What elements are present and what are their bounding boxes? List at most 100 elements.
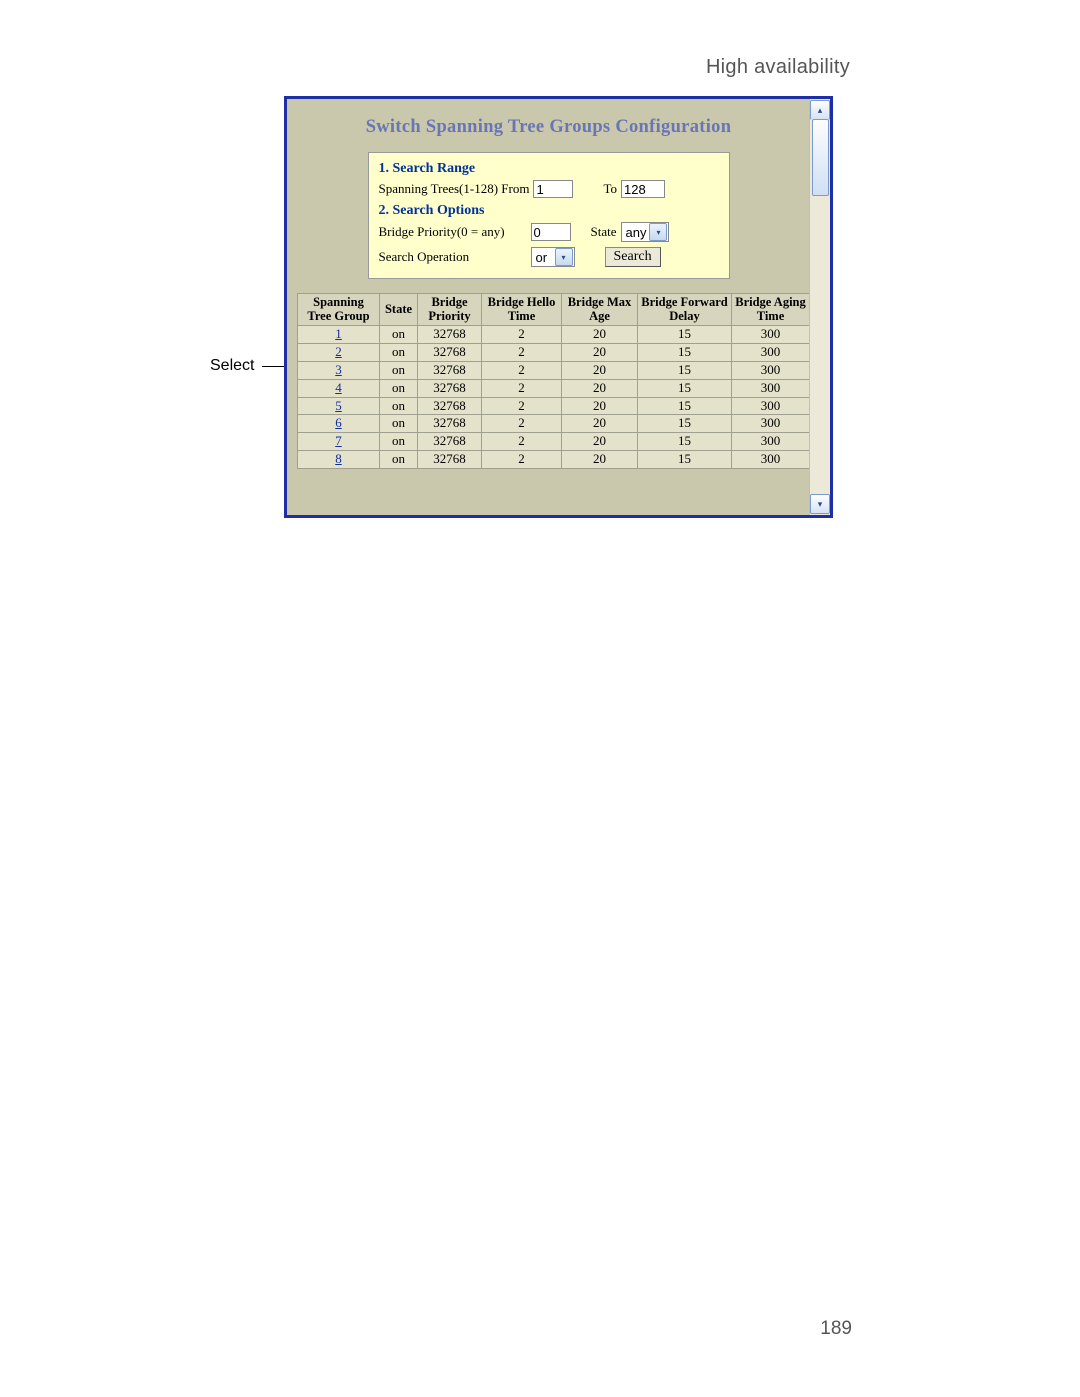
cell-hello: 2	[482, 361, 562, 379]
group-link[interactable]: 8	[335, 451, 342, 466]
group-link[interactable]: 4	[335, 380, 342, 395]
cell-hello: 2	[482, 451, 562, 469]
cell-max_age: 20	[562, 433, 638, 451]
table-row: 4 on3276822015300	[298, 379, 810, 397]
th-max-age: Bridge Max Age	[562, 294, 638, 326]
state-select[interactable]: any ▾	[621, 222, 670, 242]
operation-select[interactable]: or ▾	[531, 247, 575, 267]
cell-aging: 300	[732, 433, 810, 451]
group-link[interactable]: 5	[335, 398, 342, 413]
page-number: 189	[820, 1318, 852, 1340]
cell-hello: 2	[482, 343, 562, 361]
cell-hello: 2	[482, 397, 562, 415]
search-options-heading: 2. Search Options	[379, 203, 719, 219]
table-row: 1 on3276822015300	[298, 325, 810, 343]
page-title: Switch Spanning Tree Groups Configuratio…	[297, 117, 800, 138]
cell-state: on	[380, 361, 418, 379]
search-range-label: Spanning Trees(1-128) From	[379, 181, 530, 197]
th-hello: Bridge Hello Time	[482, 294, 562, 326]
bridge-priority-label: Bridge Priority(0 = any)	[379, 224, 527, 240]
cell-state: on	[380, 433, 418, 451]
cell-priority: 32768	[418, 343, 482, 361]
state-label: State	[591, 224, 617, 240]
chevron-down-icon: ▾	[555, 248, 573, 266]
search-range-to-input[interactable]	[621, 180, 665, 198]
cell-priority: 32768	[418, 379, 482, 397]
chevron-down-icon: ▾	[649, 223, 667, 241]
cell-state: on	[380, 379, 418, 397]
th-priority: Bridge Priority	[418, 294, 482, 326]
search-range-from-input[interactable]	[533, 180, 573, 198]
cell-aging: 300	[732, 415, 810, 433]
search-button[interactable]: Search	[605, 247, 661, 267]
table-row: 6 on3276822015300	[298, 415, 810, 433]
cell-aging: 300	[732, 325, 810, 343]
scroll-thumb[interactable]	[812, 119, 829, 196]
cell-max_age: 20	[562, 415, 638, 433]
cell-max_age: 20	[562, 361, 638, 379]
scroll-down-button[interactable]: ▾	[810, 494, 830, 514]
cell-fwd_delay: 15	[638, 379, 732, 397]
cell-hello: 2	[482, 433, 562, 451]
scroll-up-button[interactable]: ▴	[810, 100, 830, 120]
cell-state: on	[380, 451, 418, 469]
cell-priority: 32768	[418, 361, 482, 379]
cell-max_age: 20	[562, 451, 638, 469]
stp-table: Spanning Tree Group State Bridge Priorit…	[297, 293, 810, 469]
table-row: 8 on3276822015300	[298, 451, 810, 469]
search-range-to-label: To	[603, 181, 617, 197]
table-row: 2on3276822015300	[298, 343, 810, 361]
cell-priority: 32768	[418, 397, 482, 415]
search-panel: 1. Search Range Spanning Trees(1-128) Fr…	[368, 152, 730, 279]
operation-select-value: or	[536, 250, 554, 265]
cell-fwd_delay: 15	[638, 325, 732, 343]
cell-hello: 2	[482, 325, 562, 343]
group-link[interactable]: 1	[335, 326, 342, 341]
cell-priority: 32768	[418, 325, 482, 343]
th-state: State	[380, 294, 418, 326]
cell-aging: 300	[732, 379, 810, 397]
cell-fwd_delay: 15	[638, 361, 732, 379]
cell-hello: 2	[482, 379, 562, 397]
cell-max_age: 20	[562, 325, 638, 343]
cell-state: on	[380, 325, 418, 343]
group-link[interactable]: 6	[335, 415, 342, 430]
cell-state: on	[380, 415, 418, 433]
config-viewport: Switch Spanning Tree Groups Configuratio…	[287, 99, 810, 515]
table-row: 7 on3276822015300	[298, 433, 810, 451]
cell-hello: 2	[482, 415, 562, 433]
cell-aging: 300	[732, 343, 810, 361]
table-row: 5 on3276822015300	[298, 397, 810, 415]
cell-priority: 32768	[418, 451, 482, 469]
state-select-value: any	[626, 225, 649, 240]
th-group: Spanning Tree Group	[298, 294, 380, 326]
group-link[interactable]: 2	[335, 344, 342, 359]
cell-max_age: 20	[562, 379, 638, 397]
cell-priority: 32768	[418, 433, 482, 451]
cell-aging: 300	[732, 361, 810, 379]
cell-fwd_delay: 15	[638, 433, 732, 451]
th-aging: Bridge Aging Time	[732, 294, 810, 326]
cell-fwd_delay: 15	[638, 415, 732, 433]
cell-fwd_delay: 15	[638, 397, 732, 415]
cell-max_age: 20	[562, 343, 638, 361]
table-row: 3 on3276822015300	[298, 361, 810, 379]
th-fwd-delay: Bridge Forward Delay	[638, 294, 732, 326]
cell-state: on	[380, 397, 418, 415]
cell-priority: 32768	[418, 415, 482, 433]
cell-fwd_delay: 15	[638, 451, 732, 469]
select-callout-text: Select	[210, 357, 254, 375]
bridge-priority-input[interactable]	[531, 223, 571, 241]
config-frame: Switch Spanning Tree Groups Configuratio…	[284, 96, 833, 518]
group-link[interactable]: 3	[335, 362, 342, 377]
search-operation-label: Search Operation	[379, 249, 527, 265]
cell-aging: 300	[732, 397, 810, 415]
page-header-label: High availability	[706, 56, 850, 79]
cell-max_age: 20	[562, 397, 638, 415]
search-range-heading: 1. Search Range	[379, 161, 719, 177]
cell-aging: 300	[732, 451, 810, 469]
group-link[interactable]: 7	[335, 433, 342, 448]
cell-state: on	[380, 343, 418, 361]
cell-fwd_delay: 15	[638, 343, 732, 361]
vertical-scrollbar[interactable]: ▴ ▾	[809, 99, 830, 515]
